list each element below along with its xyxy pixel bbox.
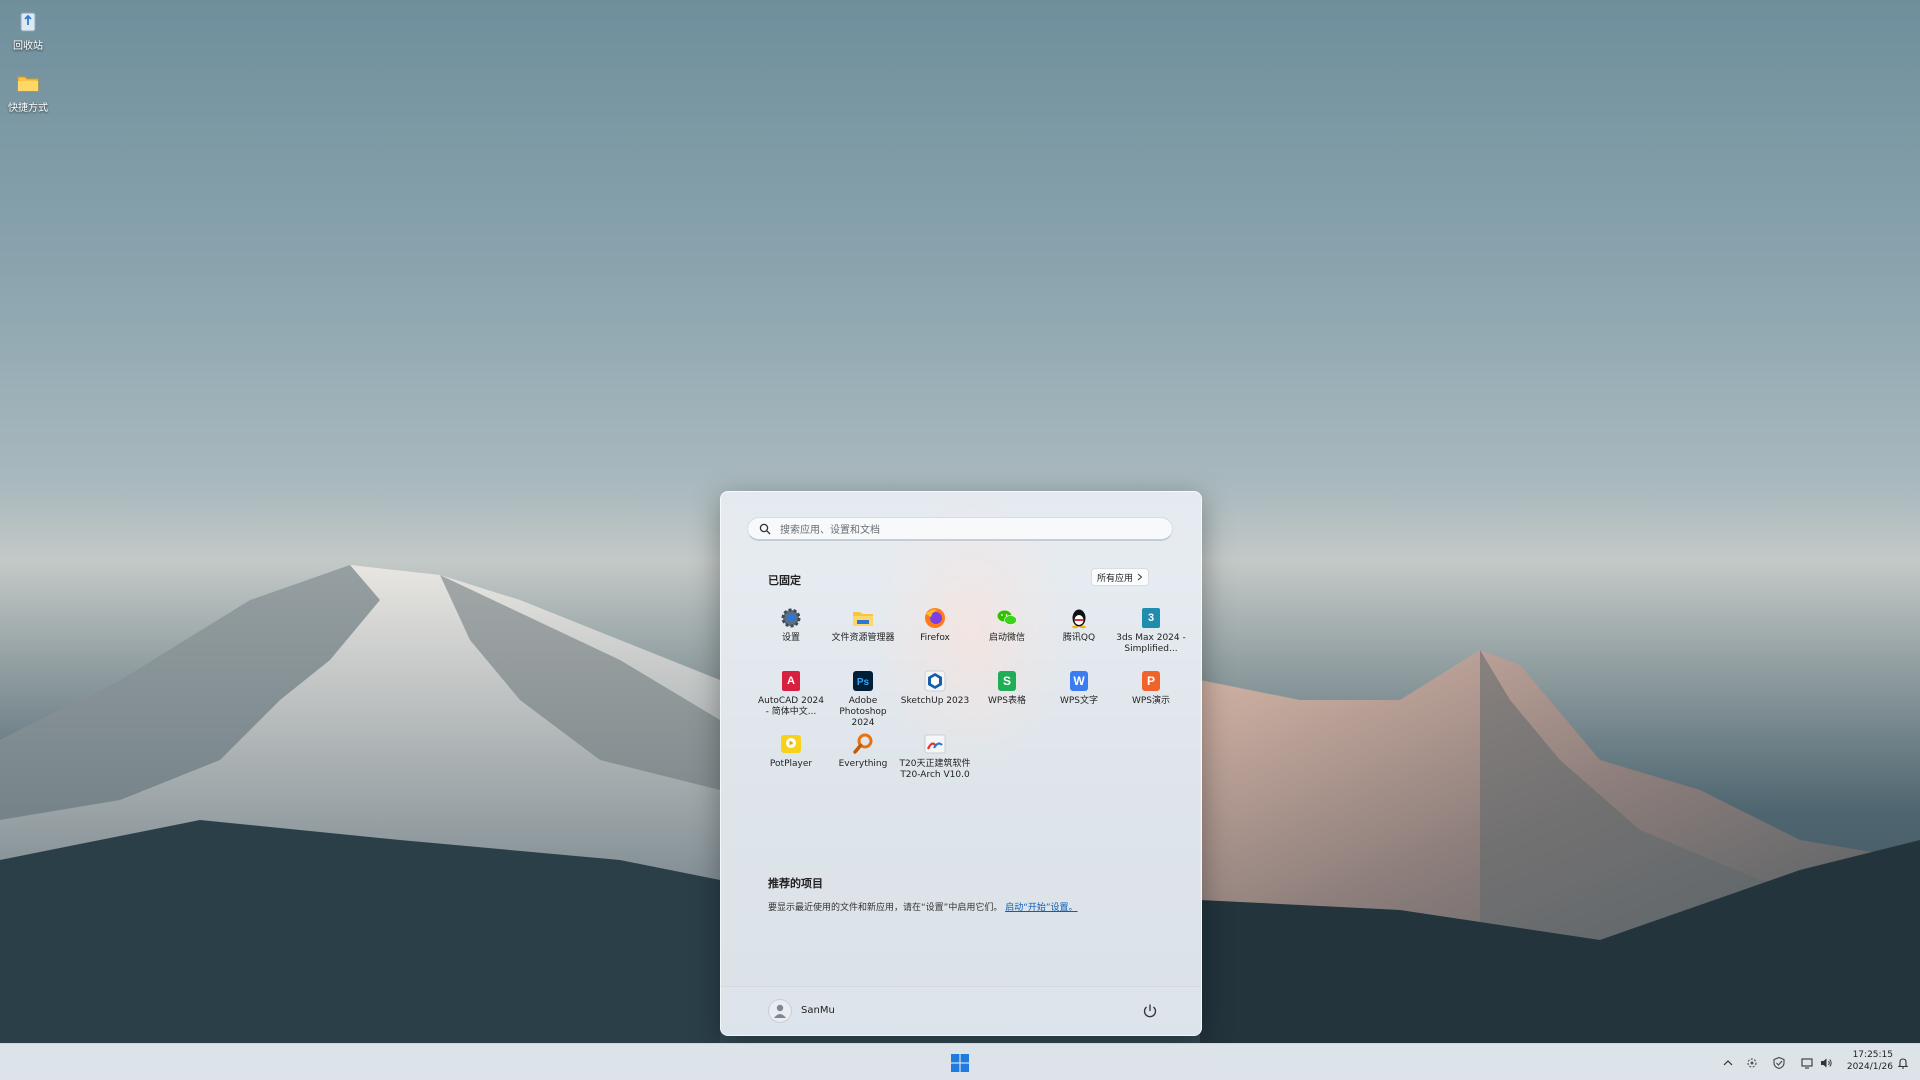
settings-gear-icon: [781, 608, 801, 628]
folder-icon: [17, 76, 39, 92]
svg-text:3: 3: [1148, 612, 1154, 624]
svg-text:S: S: [1003, 674, 1011, 688]
wps-writer-icon: W: [1070, 671, 1088, 691]
user-name[interactable]: SanMu: [801, 1005, 835, 1016]
search-input[interactable]: [778, 520, 1162, 540]
all-apps-label: 所有应用: [1096, 573, 1133, 584]
sketchup-icon: [924, 670, 946, 692]
pinned-app-3dsmax[interactable]: 3 3ds Max 2024 - Simplified...: [1115, 602, 1187, 660]
t20-arch-icon: [924, 734, 946, 754]
pinned-app-firefox[interactable]: Firefox: [899, 602, 971, 660]
pinned-app-wechat[interactable]: 启动微信: [971, 602, 1043, 660]
pinned-app-potplayer[interactable]: PotPlayer: [755, 728, 827, 786]
app-label: WPS演示: [1131, 696, 1171, 706]
autocad-icon: A: [782, 671, 800, 691]
3dsmax-icon: 3: [1142, 608, 1160, 628]
pinned-app-file-explorer[interactable]: 文件资源管理器: [827, 602, 899, 660]
qq-penguin-icon: [1072, 609, 1086, 629]
chevron-up-icon[interactable]: [1721, 1056, 1735, 1070]
recommended-message: 要显示最近使用的文件和新应用，请在“设置”中启用它们。 启动“开始”设置。: [768, 900, 1078, 913]
app-label: 启动微信: [988, 633, 1025, 643]
desktop-icon-label: 回收站: [13, 41, 43, 52]
app-label: SketchUp 2023: [900, 696, 970, 706]
app-label: Adobe Photoshop 2024: [839, 696, 887, 728]
potplayer-icon: [781, 735, 801, 753]
file-explorer-icon: [853, 612, 873, 626]
start-settings-link[interactable]: 启动“开始”设置。: [1005, 903, 1077, 913]
svg-text:P: P: [1147, 674, 1155, 688]
pinned-app-wps-writer[interactable]: W WPS文字: [1043, 665, 1115, 723]
everything-search-icon: [853, 733, 873, 754]
security-shield-icon[interactable]: [1772, 1056, 1786, 1070]
firefox-icon: [925, 608, 945, 628]
search-box[interactable]: [747, 517, 1173, 541]
wps-presentation-icon: P: [1142, 671, 1160, 691]
svg-text:Ps: Ps: [857, 677, 870, 688]
app-label: 设置: [781, 633, 800, 643]
windows-logo-icon[interactable]: [948, 1051, 972, 1075]
all-apps-button[interactable]: 所有应用: [1091, 568, 1149, 586]
start-menu: 已固定 所有应用 设置 文件资源管理器: [720, 491, 1202, 1036]
pinned-app-sketchup[interactable]: SketchUp 2023: [899, 665, 971, 723]
recommended-message-text: 要显示最近使用的文件和新应用，请在“设置”中启用它们。: [768, 903, 1003, 913]
pinned-app-t20-arch[interactable]: T20天正建筑软件 T20-Arch V10.0: [899, 728, 971, 786]
pinned-app-autocad[interactable]: A AutoCAD 2024 - 简体中文...: [755, 665, 827, 723]
volume-icon[interactable]: [1819, 1056, 1833, 1070]
display-icon[interactable]: [1800, 1056, 1814, 1070]
app-label: WPS文字: [1059, 696, 1099, 706]
app-label: 文件资源管理器: [831, 633, 895, 643]
user-icon: [774, 1004, 786, 1018]
app-label: Everything: [838, 759, 888, 769]
svg-text:W: W: [1073, 674, 1085, 688]
power-icon[interactable]: [1139, 1000, 1161, 1022]
recommended-section-title: 推荐的项目: [768, 877, 823, 890]
user-avatar[interactable]: [768, 999, 792, 1023]
wechat-icon: [997, 610, 1017, 625]
taskbar: 17:25:15 2024/1/26: [0, 1043, 1920, 1080]
network-settings-icon[interactable]: [1745, 1056, 1759, 1070]
pinned-app-wps-spreadsheet[interactable]: S WPS表格: [971, 665, 1043, 723]
app-label: 腾讯QQ: [1062, 633, 1096, 643]
pinned-app-settings[interactable]: 设置: [755, 602, 827, 660]
app-label: T20天正建筑软件 T20-Arch V10.0: [899, 759, 971, 780]
search-icon: [759, 523, 771, 535]
clock-time: 17:25:15: [1852, 1050, 1893, 1060]
start-menu-footer: SanMu: [721, 986, 1201, 1035]
desktop-icon-label: 快捷方式: [8, 103, 48, 114]
wps-spreadsheet-icon: S: [998, 671, 1016, 691]
desktop-icon-recycle-bin[interactable]: 回收站: [6, 8, 50, 52]
photoshop-icon: Ps: [853, 671, 873, 691]
svg-text:A: A: [787, 675, 795, 687]
clock-date: 2024/1/26: [1846, 1062, 1893, 1072]
notification-bell-icon[interactable]: [1896, 1056, 1910, 1070]
pinned-app-photoshop[interactable]: Ps Adobe Photoshop 2024: [827, 665, 899, 728]
app-label: PotPlayer: [769, 759, 813, 769]
pinned-section-title: 已固定: [768, 574, 801, 587]
pinned-app-wps-presentation[interactable]: P WPS演示: [1115, 665, 1187, 723]
chevron-right-icon: [1137, 573, 1143, 581]
app-label: AutoCAD 2024 - 简体中文...: [757, 696, 825, 717]
pinned-app-everything[interactable]: Everything: [827, 728, 899, 786]
system-clock[interactable]: 17:25:15 2024/1/26: [1843, 1049, 1893, 1073]
recycle-bin-icon: [20, 12, 36, 32]
app-label: Firefox: [920, 633, 950, 643]
pinned-app-qq[interactable]: 腾讯QQ: [1043, 602, 1115, 660]
app-label: WPS表格: [987, 696, 1027, 706]
app-label: 3ds Max 2024 - Simplified...: [1116, 633, 1186, 654]
desktop-icon-folder[interactable]: 快捷方式: [6, 70, 50, 114]
desktop: 回收站 快捷方式 已固定 所有应用: [0, 0, 1920, 1080]
